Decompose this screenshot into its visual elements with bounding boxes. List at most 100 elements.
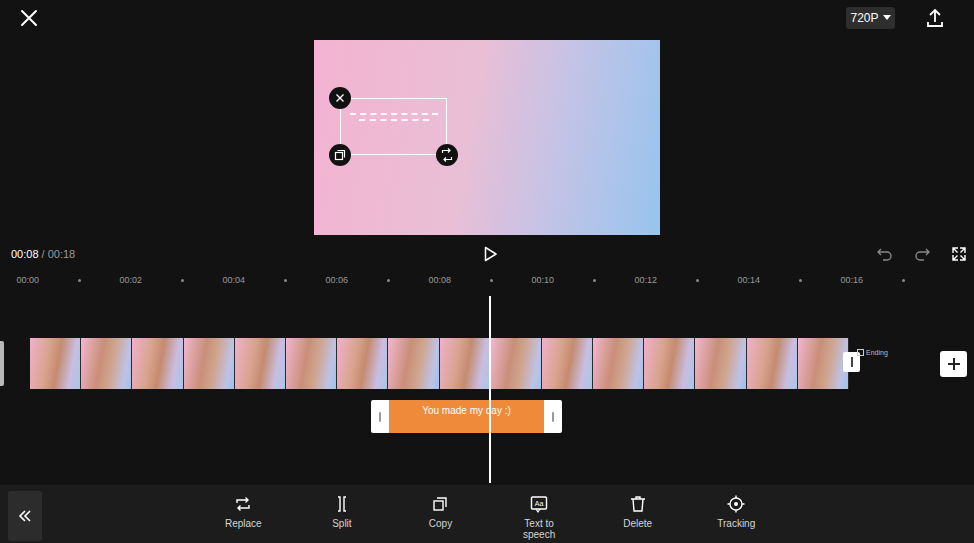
rotate-scale-handle-icon[interactable] [436,144,458,166]
tool-list: Replace Split Copy Aa Text to speech Dele… [194,491,786,541]
playback-controls: 00:08 / 00:18 [0,240,974,268]
delete-icon [628,494,648,514]
ruler-label: 00:00 [2,275,54,285]
fullscreen-icon[interactable] [950,245,968,263]
redo-icon[interactable] [913,245,931,263]
ruler-dot [799,279,802,282]
text-to-speech-icon: Aa [529,494,549,514]
text-clip-label: You made my day :) [422,405,511,433]
text-selection-box[interactable] [340,98,447,155]
clip-thumbnail [440,338,491,389]
time-display: 00:08 / 00:18 [11,248,481,260]
ruler-dot [181,279,184,282]
resolution-dropdown[interactable]: 720P [846,7,895,29]
video-frame [314,40,660,235]
clip-thumbnail [235,338,286,389]
ruler-tick: 00:16 [826,275,929,285]
tool-label: Split [332,518,351,529]
duplicate-handle-icon[interactable] [329,144,351,166]
text-placeholder-line [359,119,429,121]
ruler-label: 00:08 [414,275,466,285]
clip-thumbnail [798,338,849,389]
ruler-label: 00:16 [826,275,878,285]
clip-thumbnail [81,338,132,389]
play-icon[interactable] [481,245,499,263]
clip-thumbnail [542,338,593,389]
replace-button[interactable]: Replace [194,491,293,541]
ruler-dot [284,279,287,282]
ending-label: Ending [866,349,888,356]
top-bar: 720P [0,0,974,35]
text-to-speech-icon-text: Aa [535,500,544,507]
clip-thumbnail [132,338,183,389]
split-icon [332,494,352,514]
clip-thumbnail [491,338,542,389]
ruler-tick: 00:10 [517,275,620,285]
current-time: 00:08 [11,248,39,260]
tool-label: Text to speech [510,518,568,540]
replace-icon [233,494,253,514]
remove-handle-icon[interactable] [329,87,351,109]
split-button[interactable]: Split [293,491,392,541]
caret-down-icon [883,15,891,20]
clip-thumbnail [286,338,337,389]
clip-thumbnail [747,338,798,389]
ruler-tick: 00:06 [311,275,414,285]
ruler-tick: 00:14 [723,275,826,285]
tool-label: Copy [429,518,452,529]
ruler-dot [490,279,493,282]
copy-icon [430,494,450,514]
text-track: You made my day :) [0,400,974,433]
preview-area [0,35,974,240]
ending-marker[interactable]: Ending [857,349,888,356]
timeline: Ending You made my day :) [0,292,974,485]
plus-icon [947,357,961,371]
collapse-button[interactable] [8,491,42,541]
playhead[interactable] [489,296,491,483]
ruler-tick: 00:00 [2,275,105,285]
clip-thumbnail [30,338,81,389]
clip-thumbnail [695,338,746,389]
close-icon[interactable] [18,7,40,29]
resolution-label: 720P [850,11,878,25]
clip-thumbnail [644,338,695,389]
clip-trim-handle[interactable] [544,400,562,433]
undo-icon[interactable] [876,245,894,263]
bottom-toolbar: Replace Split Copy Aa Text to speech Dele… [0,485,974,543]
tracking-button[interactable]: Tracking [687,491,786,541]
ruler-label: 00:04 [208,275,260,285]
text-to-speech-button[interactable]: Aa Text to speech [490,491,589,541]
video-photo [314,40,660,235]
ruler-label: 00:02 [105,275,157,285]
ruler-dot [78,279,81,282]
double-chevron-left-icon [18,509,32,523]
delete-button[interactable]: Delete [588,491,687,541]
clip-trim-handle[interactable] [371,400,389,433]
text-clip[interactable]: You made my day :) [371,400,562,433]
clip-thumbnail [593,338,644,389]
ruler-label: 00:14 [723,275,775,285]
ruler-label: 00:10 [517,275,569,285]
video-clip[interactable] [30,338,849,389]
ruler-dot [696,279,699,282]
edit-history-controls [499,245,969,263]
add-clip-button[interactable] [940,351,967,377]
text-clip-body: You made my day :) [389,400,544,433]
ruler-tick: 00:02 [105,275,208,285]
ruler-label: 00:12 [620,275,672,285]
export-icon[interactable] [924,7,946,29]
track-start-handle[interactable] [0,341,4,386]
clip-thumbnail [337,338,388,389]
clip-thumbnail [184,338,235,389]
tool-label: Replace [225,518,262,529]
tracking-icon [726,494,746,514]
clip-thumbnail [388,338,439,389]
copy-button[interactable]: Copy [391,491,490,541]
ruler-tick: 00:08 [414,275,517,285]
ruler-tick: 00:12 [620,275,723,285]
video-editor: 720P 00:08 / 00:18 00:00 00:02 00:04 00:… [0,0,974,543]
total-time: / 00:18 [42,248,76,260]
ending-icon [857,349,864,356]
ruler-label: 00:06 [311,275,363,285]
tool-label: Delete [623,518,652,529]
